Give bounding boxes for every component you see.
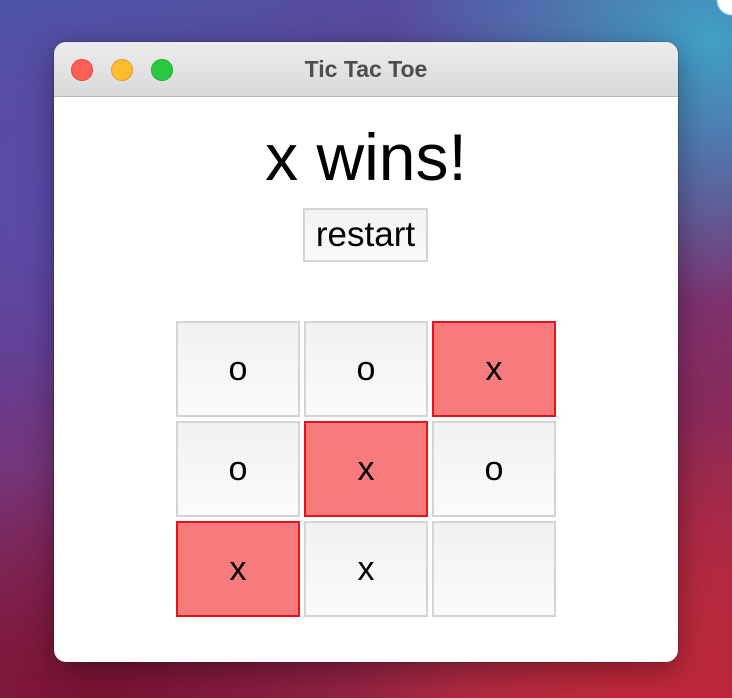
board-cell-r2-c1[interactable]: x: [304, 521, 428, 617]
board-cell-r0-c0[interactable]: o: [176, 321, 300, 417]
game-status: x wins!: [265, 120, 467, 194]
board-cell-r0-c2[interactable]: x: [432, 321, 556, 417]
board-cell-r0-c1[interactable]: o: [304, 321, 428, 417]
board-cell-r2-c0[interactable]: x: [176, 521, 300, 617]
wallpaper-corner: [702, 0, 732, 30]
board-cell-r1-c0[interactable]: o: [176, 421, 300, 517]
game-content: x wins! restart o o x o x o x x: [54, 97, 678, 662]
restart-button[interactable]: restart: [303, 208, 428, 262]
game-board: o o x o x o x x: [176, 321, 558, 619]
board-cell-r1-c2[interactable]: o: [432, 421, 556, 517]
board-cell-r2-c2[interactable]: [432, 521, 556, 617]
window-title: Tic Tac Toe: [304, 56, 428, 82]
app-window: Tic Tac Toe x wins! restart o o x o x o …: [54, 42, 678, 662]
title-bar[interactable]: Tic Tac Toe: [54, 42, 678, 97]
board-cell-r1-c1[interactable]: x: [304, 421, 428, 517]
